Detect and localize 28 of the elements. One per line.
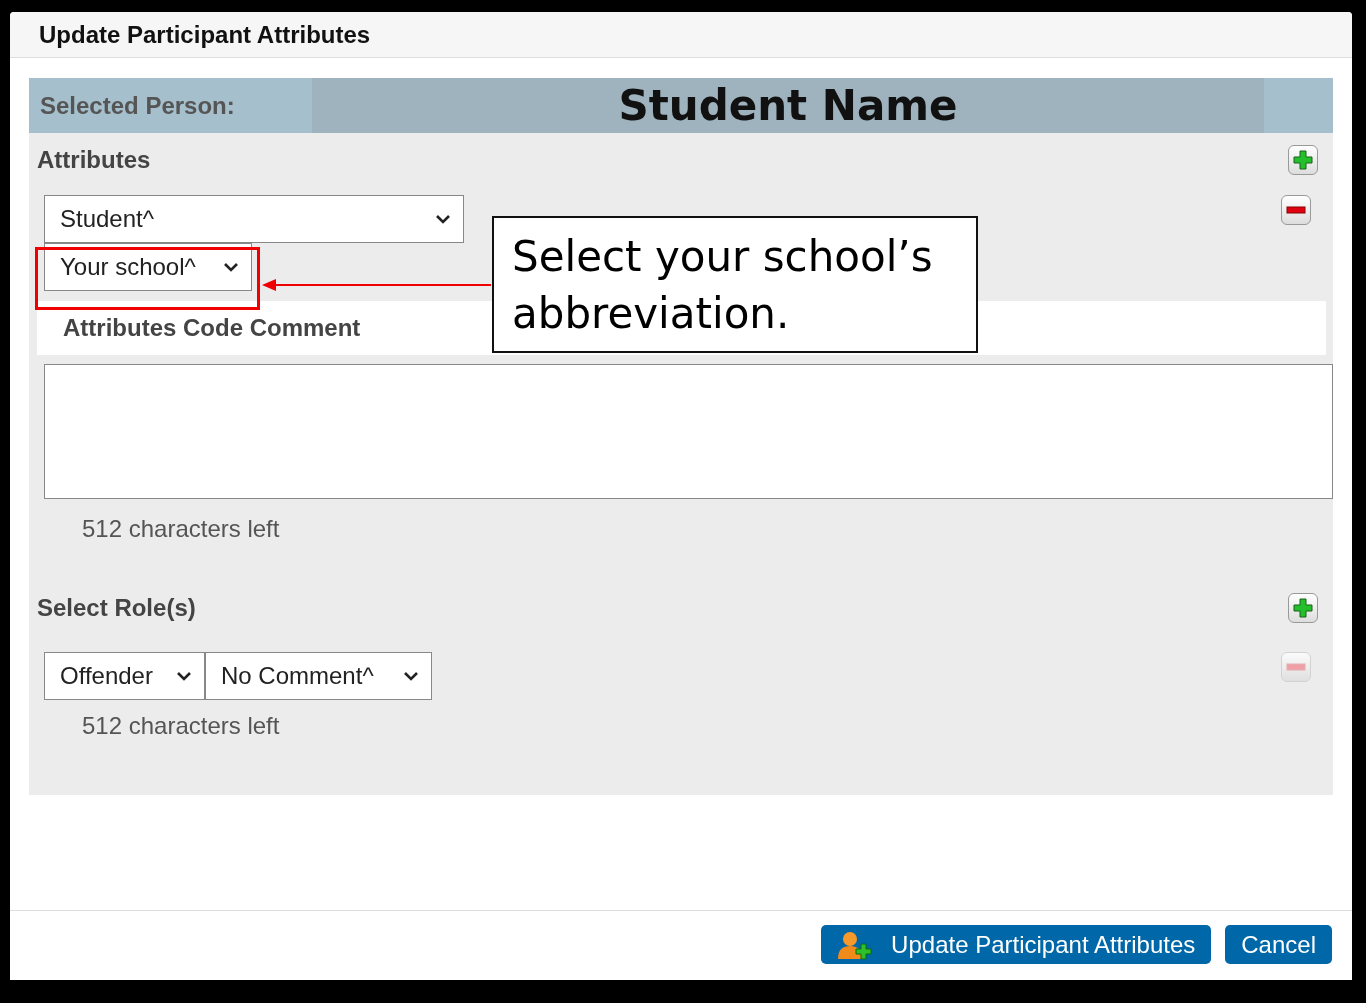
add-person-icon	[837, 929, 874, 960]
cancel-button[interactable]: Cancel	[1225, 925, 1332, 964]
dropdown[interactable]: Your school^	[44, 243, 252, 291]
callout-text: Select your school’s abbreviation.	[492, 216, 978, 353]
dropdown[interactable]: Offender	[44, 652, 205, 700]
remove-button[interactable]	[1281, 195, 1311, 225]
dropdown[interactable]: No Comment^	[205, 652, 432, 700]
plus-icon	[1293, 150, 1313, 170]
selected-person-label: Selected Person:	[39, 91, 236, 120]
update-button[interactable]: Update Participant Attributes	[821, 925, 1212, 964]
chevron-down-icon	[435, 214, 451, 224]
minus-icon	[1286, 663, 1306, 671]
section-heading: Select Role(s)	[37, 594, 196, 622]
section-heading: Attributes	[37, 146, 151, 174]
characters-left: 512 characters left	[81, 712, 281, 740]
add-button[interactable]	[1288, 145, 1318, 175]
chevron-down-icon	[223, 262, 239, 272]
plus-icon	[1293, 598, 1313, 618]
dialog-title: Update Participant Attributes	[39, 20, 371, 49]
minus-icon	[1286, 206, 1306, 214]
characters-left: 512 characters left	[81, 515, 281, 543]
dropdown[interactable]: Student^	[44, 195, 464, 243]
chevron-down-icon	[403, 671, 419, 681]
add-button[interactable]	[1288, 593, 1318, 623]
student-name: Student Name	[312, 78, 1264, 133]
comment-field[interactable]	[44, 364, 1333, 499]
chevron-down-icon	[176, 671, 192, 681]
comment-label: Attributes Code Comment	[63, 314, 361, 342]
